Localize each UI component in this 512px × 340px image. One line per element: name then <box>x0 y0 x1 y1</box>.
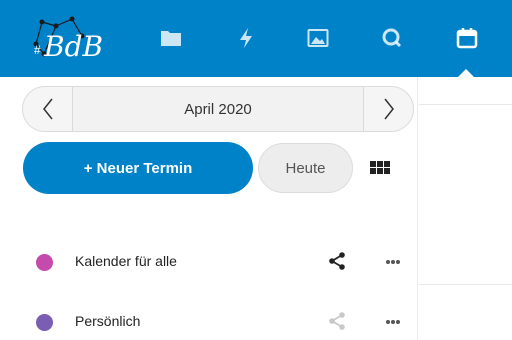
share-icon[interactable] <box>328 312 346 330</box>
folder-icon <box>161 31 181 46</box>
svg-text:#: # <box>34 43 41 57</box>
activity-app-button[interactable] <box>232 24 260 52</box>
grid-view-icon[interactable] <box>370 161 390 175</box>
more-options-icon[interactable] <box>386 320 400 324</box>
today-button[interactable]: Heute <box>258 143 353 193</box>
calendar-app-button[interactable] <box>453 24 481 52</box>
share-icon[interactable] <box>328 252 346 270</box>
calendar-list-item[interactable]: Persönlich <box>0 302 418 340</box>
calendar-color-dot[interactable] <box>36 254 53 271</box>
previous-month-button[interactable] <box>23 87 73 131</box>
content-divider <box>419 284 512 285</box>
chevron-left-icon <box>42 98 53 120</box>
logo-text: BdB <box>43 30 103 63</box>
calendar-color-dot[interactable] <box>36 314 53 331</box>
more-options-icon[interactable] <box>386 260 400 264</box>
next-month-button[interactable] <box>363 87 413 131</box>
active-app-indicator <box>458 69 474 77</box>
new-event-button[interactable]: + Neuer Termin <box>23 142 253 194</box>
lightning-icon <box>240 28 252 48</box>
search-app-button[interactable] <box>378 24 406 52</box>
date-picker: April 2020 <box>22 86 414 132</box>
photos-app-button[interactable] <box>304 24 332 52</box>
calendar-icon <box>456 28 478 49</box>
search-icon <box>382 28 402 48</box>
image-icon <box>307 29 329 47</box>
calendar-name: Kalender für alle <box>75 253 177 269</box>
logo-icon[interactable]: # BdB <box>30 14 126 68</box>
app-navigation: April 2020 + Neuer Termin Heute Kalender… <box>0 77 418 340</box>
current-month-label[interactable]: April 2020 <box>73 87 363 131</box>
calendar-list-item[interactable]: Kalender für alle <box>0 242 418 282</box>
chevron-right-icon <box>383 98 394 120</box>
app-header: # BdB <box>0 0 512 77</box>
content-divider <box>419 104 512 105</box>
files-app-button[interactable] <box>157 24 185 52</box>
calendar-name: Persönlich <box>75 313 141 329</box>
